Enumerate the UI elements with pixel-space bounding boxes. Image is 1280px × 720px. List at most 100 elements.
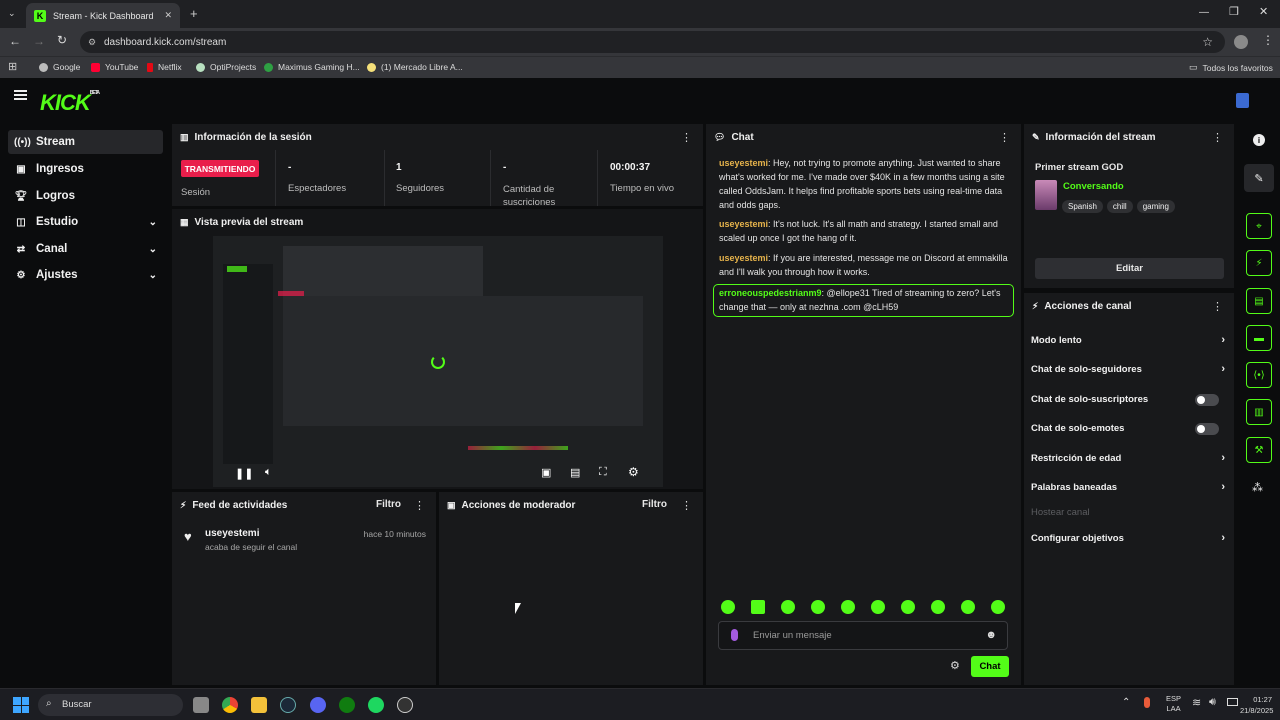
url-field[interactable]: ⚙ dashboard.kick.com/stream ☆ [80,31,1225,53]
chat-username[interactable]: useyestemi [719,219,768,229]
kick-logo[interactable]: KICKBETA [40,90,100,116]
more-options-icon[interactable]: ⋮ [681,131,692,144]
video-settings-icon[interactable]: ⚙ [628,465,639,479]
emote-icon[interactable] [721,600,735,614]
info-rail-icon[interactable]: i [1253,134,1265,146]
obs-icon[interactable] [397,697,413,713]
bookmark-mercadolibre[interactable]: (1) Mercado Libre A... [367,62,463,72]
bookmark-optiprojects[interactable]: OptiProjects [196,62,256,72]
channel-action-banned-words[interactable]: Palabras baneadas › [1031,477,1227,497]
tab-close-icon[interactable]: ✕ [164,10,172,21]
modactions-filter-button[interactable]: Filtro [642,499,667,510]
pause-icon[interactable]: ❚❚ [235,467,253,480]
browser-menu-icon[interactable]: ⋮ [1262,33,1274,47]
xbox-icon[interactable] [339,697,355,713]
channel-action-slow-mode[interactable]: Modo lento › [1031,330,1227,350]
minimize-icon[interactable]: — [1199,7,1209,18]
hamburger-menu-icon[interactable] [14,90,27,100]
chat-settings-icon[interactable]: ⚙ [950,659,960,672]
emote-icon[interactable] [841,600,855,614]
bookmark-star-icon[interactable]: ☆ [1202,35,1213,49]
bookmark-netflix[interactable]: Netflix [147,62,182,72]
emote-icon[interactable] [781,600,795,614]
profile-avatar[interactable] [1234,35,1248,49]
channel-action-age-restriction[interactable]: Restricción de edad › [1031,448,1227,468]
browser-tab[interactable]: K Stream - Kick Dashboard ✕ [26,3,180,28]
windows-start-icon[interactable] [13,697,29,713]
theater-icon[interactable]: ▤ [570,466,580,479]
chat-input[interactable]: Enviar un mensaje ☻ [718,621,1008,650]
site-info-icon[interactable]: ⚙ [88,37,96,48]
maximize-icon[interactable]: ❐ [1229,5,1239,18]
bookmark-maximus[interactable]: Maximus Gaming H... [264,62,360,72]
reload-icon[interactable]: ↻ [57,33,67,47]
chat-send-button[interactable]: Chat [971,656,1009,677]
bookmark-google[interactable]: Google [39,62,80,72]
emote-icon[interactable] [871,600,885,614]
tag[interactable]: gaming [1136,200,1175,213]
activity-user[interactable]: useyestemi [205,528,259,539]
chat-username[interactable]: erroneouspedestrianm9 [719,288,822,298]
emotes-only-toggle[interactable] [1195,423,1219,435]
taskbar-search[interactable]: ⌕ Buscar [38,694,183,716]
language-indicator[interactable]: ESP LAA [1166,694,1181,714]
mic-icon[interactable] [731,629,738,641]
more-options-icon[interactable]: ⋮ [1212,131,1223,144]
tag[interactable]: chill [1106,200,1133,213]
emote-icon[interactable] [991,600,1005,614]
emote-icon[interactable] [811,600,825,614]
channel-action-goals[interactable]: Configurar objetivos › [1031,528,1227,548]
spotify-icon[interactable] [368,697,384,713]
clock[interactable]: 01:27 21/8/2025 [1240,694,1273,716]
user-avatar[interactable] [1236,93,1249,108]
lightning-rail-icon[interactable]: ⚡︎ [1246,250,1272,276]
steam-icon[interactable] [280,697,296,713]
category-name[interactable]: Conversando [1063,181,1124,192]
back-icon[interactable]: ← [9,34,21,48]
tray-chevron-up-icon[interactable]: ⌃ [1122,697,1130,708]
chat-username[interactable]: useyestemi [719,253,768,263]
pip-icon[interactable]: ▣ [541,466,551,479]
file-explorer-icon[interactable] [251,697,267,713]
new-tab-icon[interactable]: + [190,6,198,21]
sidebar-item-stream[interactable]: ((•)) Stream [8,130,163,154]
edit-rail-button[interactable]: ✎ [1244,164,1274,192]
tag[interactable]: Spanish [1062,200,1103,213]
task-view-icon[interactable] [193,697,209,713]
wifi-icon[interactable]: ≋ [1192,696,1201,709]
wrench-rail-icon[interactable]: ⚒ [1246,437,1272,463]
volume-tray-icon[interactable]: 🔊︎ [1209,696,1216,709]
document-rail-icon[interactable]: ▤ [1246,288,1272,314]
more-options-icon[interactable]: ⋮ [999,131,1010,144]
battery-icon[interactable] [1227,698,1238,706]
microphone-tray-icon[interactable] [1144,697,1150,708]
sidebar-item-logros[interactable]: 🏆︎ Logros [8,184,163,208]
more-options-icon[interactable]: ⋮ [1212,300,1223,313]
layout-rail-icon[interactable]: ▥ [1246,399,1272,425]
sidebar-item-ajustes[interactable]: ⚙ Ajustes ⌄ [8,263,163,287]
tab-list-icon[interactable]: ⌄ [8,8,16,19]
emote-icon[interactable] [961,600,975,614]
activity-filter-button[interactable]: Filtro [376,499,401,510]
chat-username[interactable]: useyestemi [719,158,768,168]
apps-grid-icon[interactable]: ⊞ [8,60,17,73]
subscribers-only-toggle[interactable] [1195,394,1219,406]
more-options-icon[interactable]: ⋮ [414,499,425,512]
emote-icon[interactable] [901,600,915,614]
bookmark-youtube[interactable]: YouTube [91,62,138,72]
all-bookmarks[interactable]: ▭ Todos los favoritos [1189,62,1273,73]
emoji-icon[interactable]: ☻ [985,629,997,641]
chrome-icon[interactable] [222,697,238,713]
connections-rail-icon[interactable]: ⁂ [1252,481,1263,494]
stream-video[interactable]: ❚❚ 🔈︎ ▣ ▤ ⛶ ⚙ [213,236,663,487]
capture-rail-icon[interactable]: ⌖ [1246,213,1272,239]
sidebar-item-ingresos[interactable]: ▣ Ingresos [8,157,163,181]
volume-icon[interactable]: 🔈︎ [265,466,272,479]
emote-icon[interactable] [751,600,765,614]
sidebar-item-estudio[interactable]: ◫ Estudio ⌄ [8,210,163,234]
chat-rail-icon[interactable]: ▬ [1246,325,1272,351]
more-options-icon[interactable]: ⋮ [681,499,692,512]
broadcast-rail-icon[interactable]: ⟨•⟩ [1246,362,1272,388]
discord-icon[interactable] [310,697,326,713]
close-window-icon[interactable]: ✕ [1259,5,1268,18]
